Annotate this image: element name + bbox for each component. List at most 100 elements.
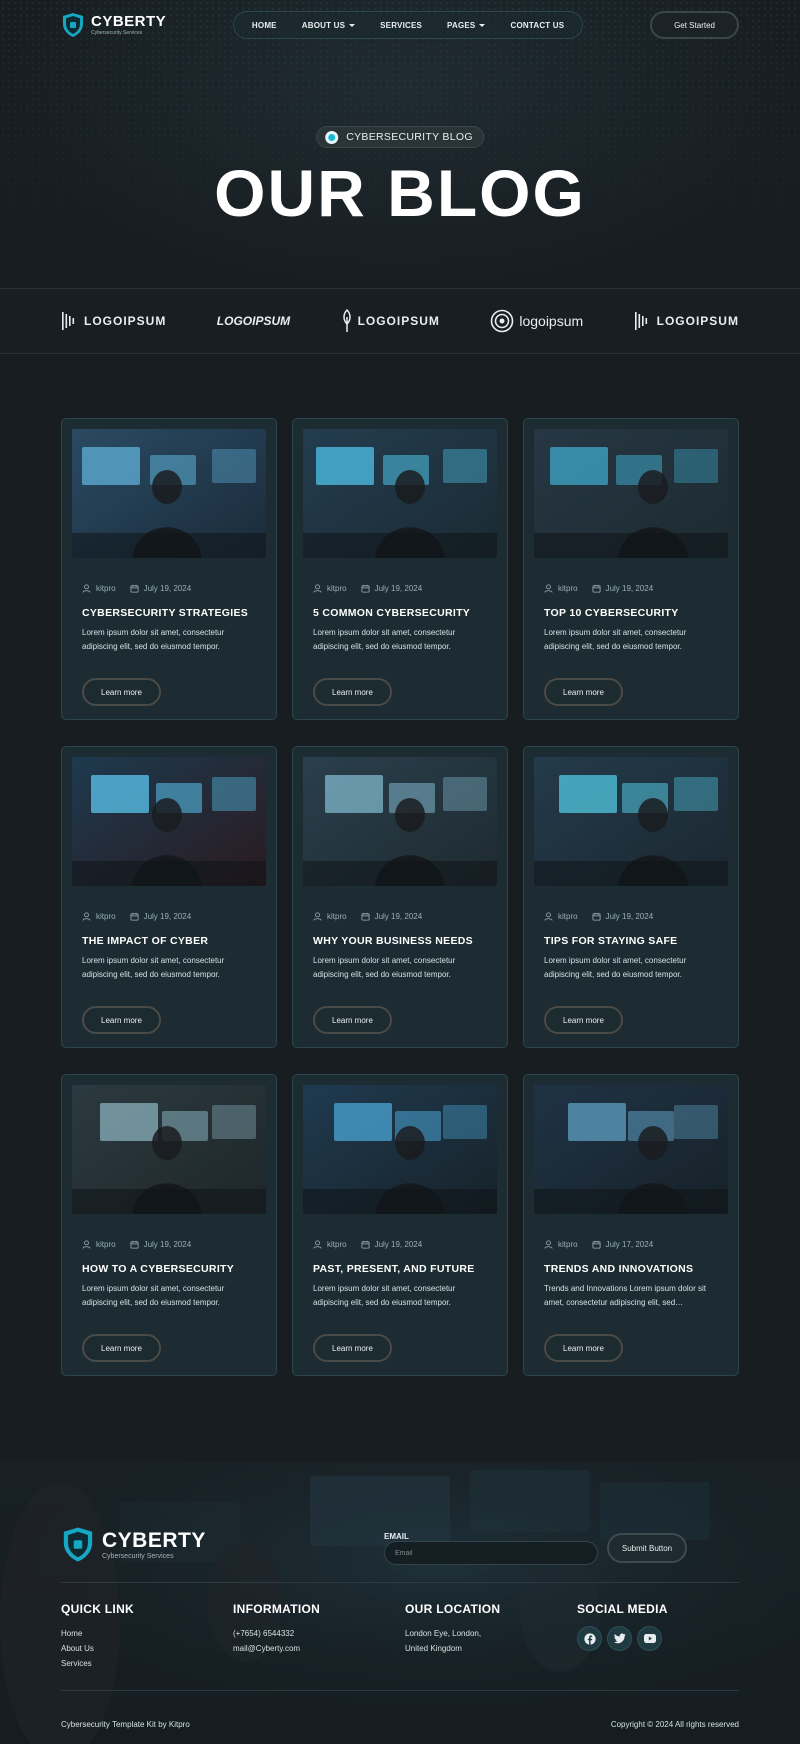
footer-brand[interactable]: CYBERTY Cybersecurity Services [61,1526,206,1563]
get-started-button[interactable]: Get Started [650,11,739,39]
post-title[interactable]: TOP 10 CYBERSECURITY [534,607,728,619]
learn-more-button[interactable]: Learn more [544,678,623,706]
email-label: EMAIL [384,1532,409,1541]
blog-card: kitpro July 19, 2024 WHY YOUR BUSINESS N… [292,746,508,1048]
post-excerpt: Lorem ipsum dolor sit amet, consectetur … [82,956,225,979]
quick-link-heading: QUICK LINK [61,1602,134,1616]
post-title[interactable]: WHY YOUR BUSINESS NEEDS [303,935,497,947]
email-input[interactable] [384,1541,598,1565]
post-author[interactable]: kitpro [327,912,347,921]
post-excerpt: Lorem ipsum dolor sit amet, consectetur … [313,956,456,979]
post-title[interactable]: CYBERSECURITY STRATEGIES [72,607,266,619]
post-meta: kitpro July 19, 2024 [72,912,266,921]
learn-more-button[interactable]: Learn more [82,1334,161,1362]
shield-logo-icon [61,12,85,38]
post-excerpt: Trends and Innovations Lorem ipsum dolor… [544,1284,707,1307]
footer-credit[interactable]: Cybersecurity Template Kit by Kitpro [61,1720,190,1729]
chevron-down-icon [479,23,486,27]
user-icon [544,1240,553,1249]
dot-icon [325,130,339,144]
footer-link-home[interactable]: Home [61,1626,134,1641]
post-title[interactable]: 5 COMMON CYBERSECURITY [303,607,497,619]
post-title[interactable]: TRENDS AND INNOVATIONS [534,1263,728,1275]
user-icon [544,584,553,593]
post-date: July 19, 2024 [143,1240,192,1249]
leaf-logo-icon [342,309,351,332]
post-date: July 19, 2024 [143,584,192,593]
nav-item-about-us[interactable]: ABOUT US [302,21,356,30]
brand-name: CYBERTY [91,13,167,30]
post-image[interactable] [534,429,728,558]
post-author[interactable]: kitpro [96,584,116,593]
brand-logo[interactable]: CYBERTY Cybersecurity Services [61,12,166,38]
post-image[interactable] [534,1085,728,1214]
post-image[interactable] [72,429,266,558]
post-title[interactable]: HOW TO A CYBERSECURITY [72,1263,266,1275]
post-author[interactable]: kitpro [327,1240,347,1249]
post-meta: kitpro July 19, 2024 [72,1240,266,1249]
post-excerpt: Lorem ipsum dolor sit amet, consectetur … [313,1284,456,1307]
facebook-icon[interactable] [577,1626,602,1651]
learn-more-button[interactable]: Learn more [313,1006,392,1034]
blog-card: kitpro July 19, 2024 CYBERSECURITY STRAT… [61,418,277,720]
post-excerpt: Lorem ipsum dolor sit amet, consectetur … [544,628,687,651]
post-image[interactable] [303,757,497,886]
post-author[interactable]: kitpro [558,912,578,921]
post-author[interactable]: kitpro [558,584,578,593]
blog-card: kitpro July 19, 2024 5 COMMON CYBERSECUR… [292,418,508,720]
nav-item-label: HOME [251,20,277,30]
learn-more-button[interactable]: Learn more [82,1006,161,1034]
post-image[interactable] [303,429,497,558]
information-column: INFORMATION (+7654) 6544332 mail@Cyberty… [233,1602,320,1656]
phone-number[interactable]: (+7654) 6544332 [233,1626,320,1641]
nav-item-pages[interactable]: PAGES [447,21,486,30]
post-author[interactable]: kitpro [96,912,116,921]
nav-item-services[interactable]: SERVICES [380,21,422,30]
user-icon [82,912,91,921]
post-author[interactable]: kitpro [96,1240,116,1249]
footer-brand-name: CYBERTY [102,1528,206,1552]
learn-more-button[interactable]: Learn more [313,678,392,706]
post-date: July 19, 2024 [143,912,192,921]
learn-more-button[interactable]: Learn more [313,1334,392,1362]
footer-link-about-us[interactable]: About Us [61,1641,134,1656]
calendar-icon [592,1240,601,1249]
post-excerpt: Lorem ipsum dolor sit amet, consectetur … [313,628,456,651]
partner-logo: LOGOIPSUM [341,309,440,333]
post-image[interactable] [303,1085,497,1214]
submit-button[interactable]: Submit Button [607,1533,687,1563]
post-title[interactable]: TIPS FOR STAYING SAFE [534,935,728,947]
post-meta: kitpro July 19, 2024 [303,584,497,593]
post-excerpt: Lorem ipsum dolor sit amet, consectetur … [544,956,687,979]
post-title[interactable]: PAST, PRESENT, AND FUTURE [303,1263,497,1275]
calendar-icon [592,912,601,921]
contact-email[interactable]: mail@Cyberty.com [233,1641,320,1656]
post-image[interactable] [72,757,266,886]
chevron-down-icon [349,23,356,27]
calendar-icon [130,1240,139,1249]
footer-divider [61,1690,739,1691]
calendar-icon [130,584,139,593]
learn-more-button[interactable]: Learn more [82,678,161,706]
post-author[interactable]: kitpro [327,584,347,593]
learn-more-button[interactable]: Learn more [544,1334,623,1362]
user-icon [82,1240,91,1249]
location-heading: OUR LOCATION [405,1602,501,1616]
post-author[interactable]: kitpro [558,1240,578,1249]
shield-logo-icon [63,1527,93,1562]
footer-link-services[interactable]: Services [61,1656,134,1671]
post-title[interactable]: THE IMPACT OF CYBER [72,935,266,947]
hero-section: CYBERTY Cybersecurity Services HOME ABOU… [0,0,800,288]
nav-item-contact-us[interactable]: CONTACT US [510,21,564,30]
partner-logo: LOGOIPSUM [217,314,290,328]
location-column: OUR LOCATION London Eye, London, United … [405,1602,500,1656]
post-image[interactable] [72,1085,266,1214]
learn-more-button[interactable]: Learn more [544,1006,623,1034]
twitter-icon[interactable] [607,1626,632,1651]
youtube-icon[interactable] [637,1626,662,1651]
partner-logo: logoipsum [490,309,583,333]
nav-item-home[interactable]: HOME [252,21,277,30]
main-nav: CYBERTY Cybersecurity Services HOME ABOU… [61,10,739,40]
post-image[interactable] [534,757,728,886]
social-heading: SOCIAL MEDIA [577,1602,668,1616]
